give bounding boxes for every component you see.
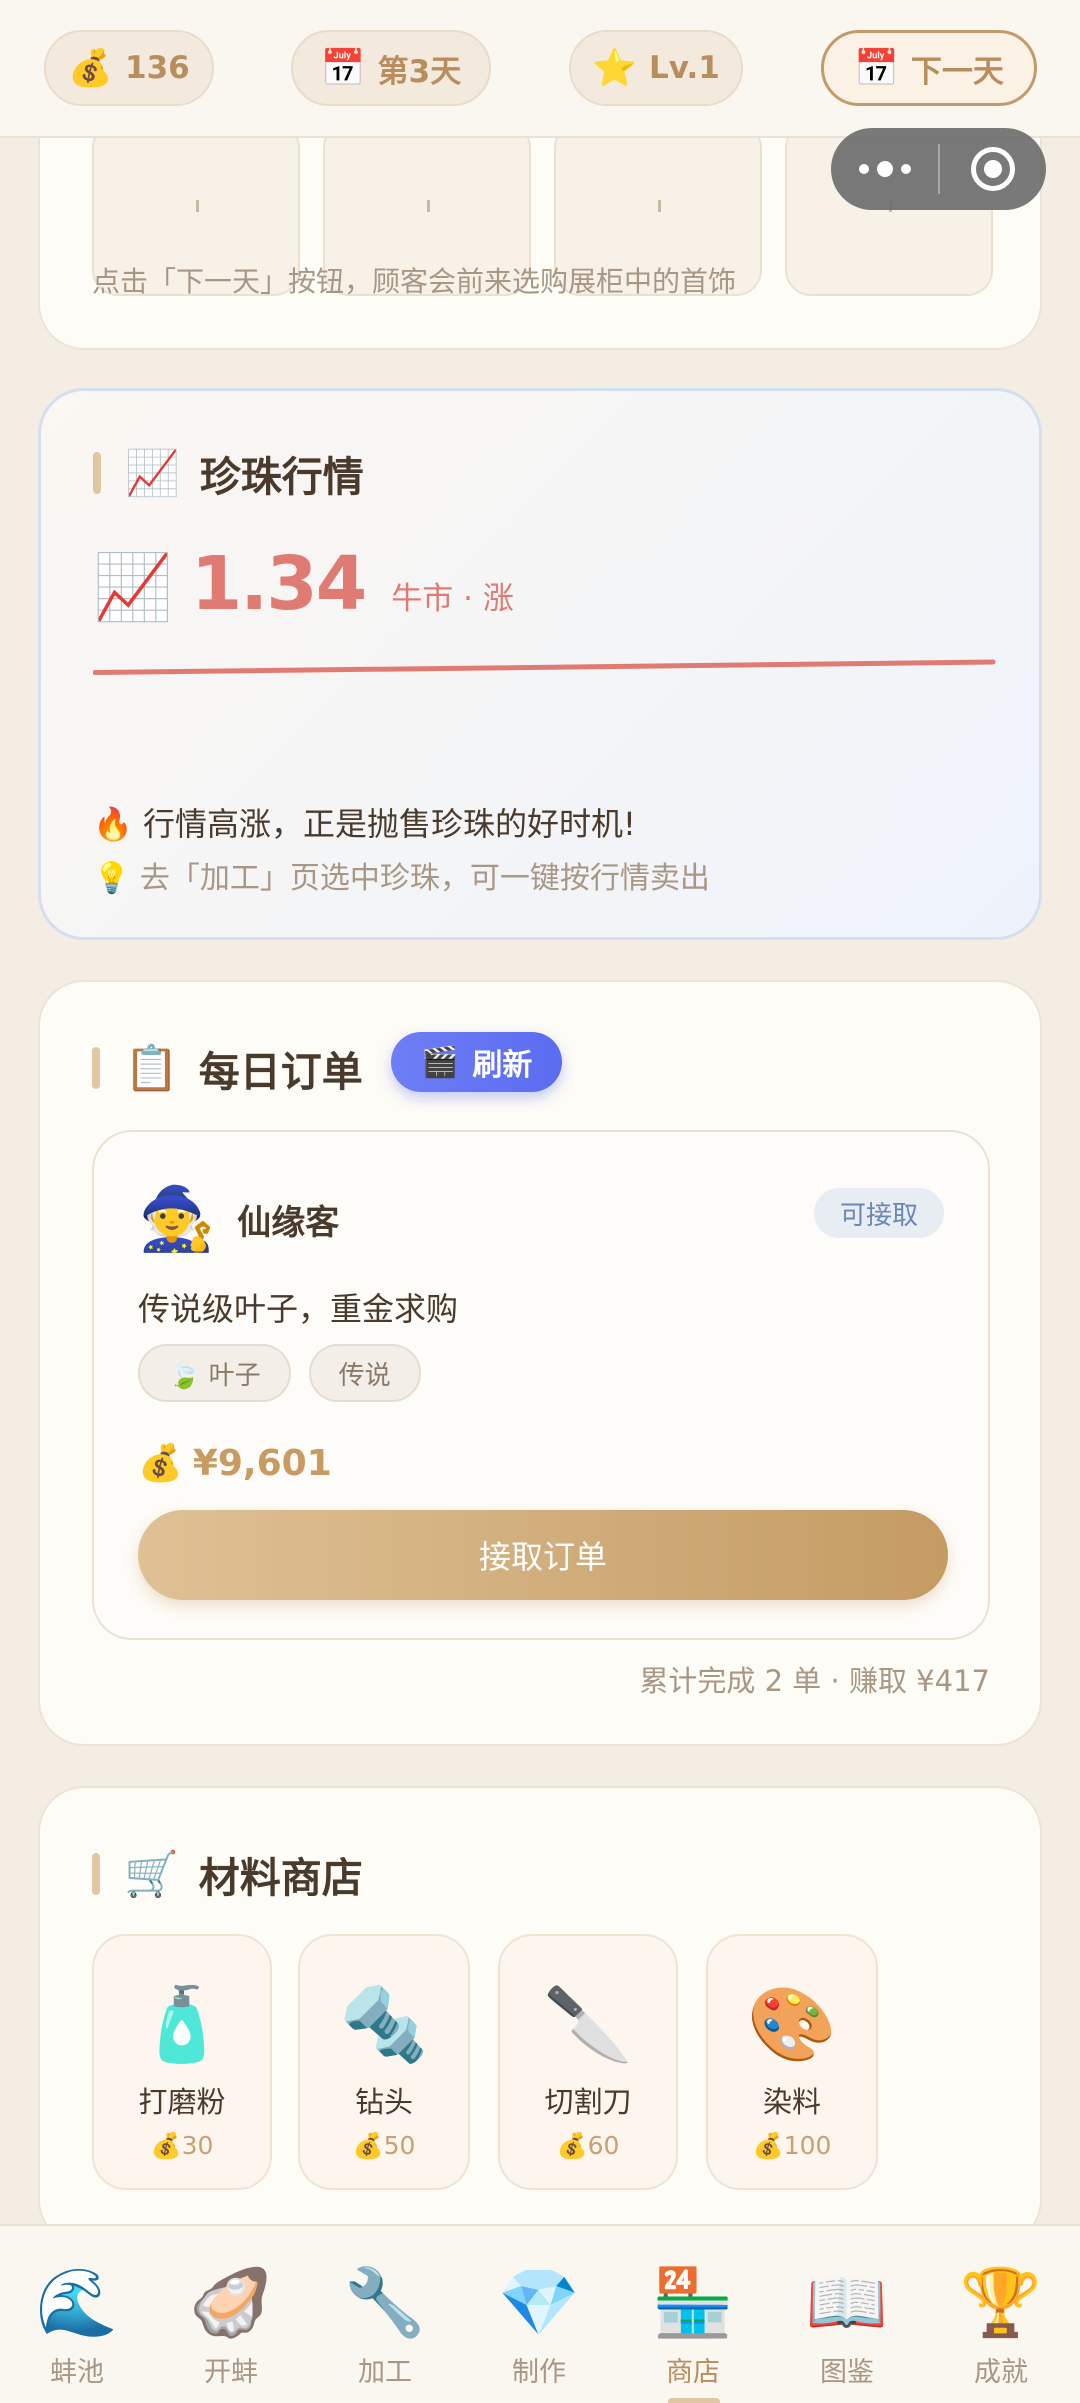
- day-value: 第3天: [377, 53, 462, 90]
- title-accent-bar: [92, 1853, 100, 1895]
- pearl-market-card: 📈 珍珠行情 📈 1.34 牛市 · 涨 🔥 行情高涨，正是抛售珍珠的好时机! …: [38, 388, 1042, 940]
- gem-icon: 💎: [497, 2264, 581, 2341]
- tab-craft[interactable]: 💎 制作: [462, 2264, 616, 2389]
- money-bag-icon: 💰: [68, 48, 114, 89]
- knife-icon: 🔪: [543, 1982, 633, 2066]
- tab-process[interactable]: 🔧 加工: [308, 2264, 462, 2389]
- customer-name: 仙缘客: [237, 1202, 340, 1243]
- cart-icon: 🛒: [124, 1849, 179, 1900]
- order-stats: 累计完成 2 单 · 赚取 ¥417: [639, 1664, 990, 1698]
- trend-line: [93, 659, 996, 676]
- shop-item-price: 💰50: [352, 2131, 416, 2160]
- shop-item-polish-powder[interactable]: 🧴 打磨粉 💰30: [92, 1934, 272, 2190]
- market-trend-chart: [93, 659, 996, 676]
- order-customer: 🧙 仙缘客: [138, 1182, 339, 1256]
- order-description: 传说级叶子，重金求购: [138, 1290, 459, 1328]
- wave-icon: 🌊: [35, 2264, 119, 2341]
- refresh-orders-button[interactable]: 🎬 刷新: [391, 1032, 563, 1092]
- order-reward: 💰 ¥9,601: [138, 1442, 332, 1485]
- oyster-icon: 🦪: [189, 2264, 273, 2341]
- bottom-tab-bar: 🌊 蚌池 🦪 开蚌 🔧 加工 💎 制作 🏪 商店 📖 图鉴 🏆 成就: [0, 2224, 1080, 2403]
- chart-up-icon: 📈: [125, 448, 180, 499]
- store-icon: 🏪: [651, 2264, 735, 2341]
- active-tab-indicator: [668, 2398, 720, 2403]
- tab-label: 开蚌: [204, 2357, 258, 2388]
- wrench-icon: 🔧: [343, 2264, 427, 2341]
- market-price: 1.34: [190, 541, 368, 627]
- orders-title-text: 每日订单: [198, 1048, 363, 1096]
- wizard-icon: 🧙: [138, 1182, 216, 1255]
- coins-pill: 💰 136: [44, 30, 214, 106]
- material-shop-card: 🛒 材料商店 🧴 打磨粉 💰30 🔩 钻头 💰50 🔪 切割刀 💰60 🎨 染料…: [38, 1786, 1042, 2246]
- trophy-icon: 🏆: [959, 2264, 1043, 2341]
- tab-collection[interactable]: 📖 图鉴: [770, 2264, 924, 2389]
- shop-title-text: 材料商店: [198, 1854, 363, 1902]
- palette-icon: 🎨: [747, 1982, 837, 2066]
- next-day-button[interactable]: 📅 下一天: [821, 30, 1037, 106]
- star-icon: ⭐: [592, 48, 638, 89]
- tab-label: 商店: [666, 2357, 720, 2388]
- tab-shop[interactable]: 🏪 商店: [616, 2264, 770, 2389]
- market-message: 🔥 行情高涨，正是抛售珍珠的好时机!: [93, 805, 636, 843]
- shop-item-price: 💰60: [556, 2131, 620, 2160]
- lotion-bottle-icon: 🧴: [137, 1982, 227, 2066]
- orders-title: 📋 每日订单: [92, 1038, 363, 1098]
- next-day-label: 下一天: [910, 53, 1004, 90]
- calendar-icon: 📅: [854, 48, 899, 89]
- level-value: Lv.1: [649, 50, 720, 86]
- market-price-row: 📈 1.34 牛市 · 涨: [93, 541, 514, 627]
- tab-label: 图鉴: [820, 2357, 874, 2388]
- order-tag: 🍃 叶子: [138, 1344, 291, 1402]
- shop-item-name: 打磨粉: [138, 2085, 226, 2119]
- book-icon: 📖: [805, 2264, 889, 2341]
- clapper-icon: 🎬: [421, 1044, 459, 1080]
- order-item: 🧙 仙缘客 可接取 传说级叶子，重金求购 🍃 叶子 传说 💰 ¥9,601 接取…: [92, 1130, 990, 1640]
- miniprogram-capsule: [831, 128, 1046, 210]
- market-trend: 牛市 · 涨: [391, 581, 514, 617]
- title-accent-bar: [93, 452, 101, 494]
- shop-item-drill-bit[interactable]: 🔩 钻头 💰50: [298, 1934, 470, 2190]
- chart-up-icon: 📈: [93, 551, 173, 625]
- order-tags: 🍃 叶子 传说: [138, 1344, 421, 1402]
- tab-open-mussel[interactable]: 🦪 开蚌: [154, 2264, 308, 2389]
- tab-label: 成就: [974, 2357, 1028, 2388]
- tab-achievements[interactable]: 🏆 成就: [924, 2264, 1078, 2389]
- daily-orders-card: 📋 每日订单 🎬 刷新 🧙 仙缘客 可接取 传说级叶子，重金求购 🍃 叶子 传说…: [38, 980, 1042, 1746]
- accept-order-button[interactable]: 接取订单: [138, 1510, 948, 1600]
- shop-item-price: 💰100: [752, 2131, 832, 2160]
- shop-item-name: 切割刀: [544, 2085, 632, 2119]
- level-pill: ⭐ Lv.1: [569, 30, 743, 106]
- nut-and-bolt-icon: 🔩: [339, 1982, 429, 2066]
- order-tag: 传说: [308, 1344, 421, 1402]
- coins-value: 136: [125, 50, 190, 86]
- shop-item-name: 钻头: [354, 2085, 413, 2119]
- tab-label: 蚌池: [50, 2357, 104, 2388]
- shop-item-price: 💰30: [150, 2131, 214, 2160]
- money-bag-icon: 💰: [138, 1443, 183, 1484]
- order-reward-value: ¥9,601: [192, 1442, 332, 1484]
- top-status-bar: 💰 136 📅 第3天 ⭐ Lv.1 📅 下一天: [0, 0, 1080, 138]
- tab-pond[interactable]: 🌊 蚌池: [0, 2264, 154, 2389]
- market-title: 📈 珍珠行情: [93, 443, 364, 503]
- close-miniprogram-icon[interactable]: [940, 147, 1046, 191]
- title-accent-bar: [92, 1047, 100, 1089]
- shop-title: 🛒 材料商店: [92, 1844, 363, 1904]
- day-pill: 📅 第3天: [291, 30, 491, 106]
- market-title-text: 珍珠行情: [199, 453, 364, 501]
- clipboard-icon: 📋: [124, 1043, 179, 1094]
- calendar-icon: 📅: [320, 48, 366, 89]
- order-status-badge: 可接取: [813, 1188, 944, 1238]
- tab-label: 制作: [512, 2357, 566, 2388]
- shop-item-cutting-knife[interactable]: 🔪 切割刀 💰60: [498, 1934, 678, 2190]
- shop-item-name: 染料: [762, 2085, 821, 2119]
- tab-label: 加工: [358, 2357, 412, 2388]
- market-tip: 💡 去「加工」页选中珍珠，可一键按行情卖出: [93, 861, 710, 896]
- refresh-label: 刷新: [472, 1048, 533, 1083]
- more-icon[interactable]: [831, 161, 938, 177]
- shop-item-dye[interactable]: 🎨 染料 💰100: [706, 1934, 878, 2190]
- showcase-hint: 点击「下一天」按钮，顾客会前来选购展柜中的首饰: [92, 265, 737, 298]
